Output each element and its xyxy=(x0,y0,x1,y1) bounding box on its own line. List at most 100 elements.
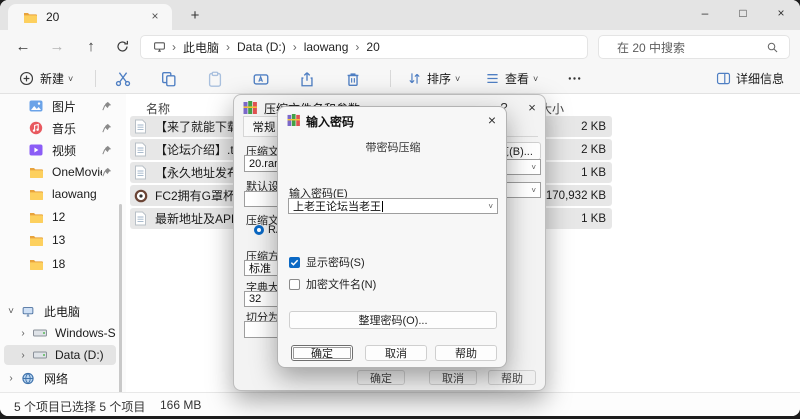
share-button[interactable] xyxy=(292,66,322,91)
command-bar: 新建 ˅ 排序 ˅ 查看 ˅ xyxy=(0,63,800,94)
crumb-separator: › xyxy=(352,40,362,54)
forward-button[interactable]: → xyxy=(44,34,70,60)
chevron-down-icon[interactable]: ˅ xyxy=(4,306,18,317)
breadcrumb-20[interactable]: 20 xyxy=(362,40,383,54)
help-button[interactable]: 帮助 xyxy=(488,370,536,385)
view-label: 查看 xyxy=(505,70,529,87)
sidebar-item-network[interactable]: › 网络 xyxy=(4,368,116,388)
sidebar-item-label: 12 xyxy=(52,210,116,224)
address-bar[interactable]: › 此电脑 › Data (D:) › laowang › 20 xyxy=(140,35,588,59)
copy-button[interactable] xyxy=(154,66,184,91)
tab-label: 20 xyxy=(46,10,59,24)
column-header-name[interactable]: 名称 xyxy=(146,100,170,117)
help-button[interactable]: 帮助 xyxy=(435,345,497,361)
paste-button[interactable] xyxy=(200,66,230,91)
sidebar-item-label: Data (D:) xyxy=(55,348,116,362)
more-button[interactable] xyxy=(560,66,589,91)
chevron-right-icon[interactable]: › xyxy=(16,328,30,339)
breadcrumb-laowang[interactable]: laowang xyxy=(300,40,353,54)
file-size: 1 KB xyxy=(540,167,612,179)
details-toggle[interactable]: 详细信息 xyxy=(709,66,790,91)
maximize-button[interactable]: □ xyxy=(724,0,762,28)
sidebar-item-windows-ssd[interactable]: › Windows-SSD xyxy=(4,323,116,343)
sidebar-item-label: 图片 xyxy=(52,98,102,115)
close-icon[interactable]: × xyxy=(484,112,500,128)
view-button[interactable]: 查看 ˅ xyxy=(478,66,544,91)
password-input[interactable]: 上老王论坛当老王 ˅ xyxy=(288,198,498,214)
text-file-icon xyxy=(134,119,150,134)
back-button[interactable]: ← xyxy=(10,34,36,60)
sidebar-item-laowang[interactable]: laowang xyxy=(4,184,116,204)
sidebar-item-videos[interactable]: 视频 xyxy=(4,140,116,160)
sort-label: 排序 xyxy=(427,70,451,87)
view-icon xyxy=(484,70,501,87)
explorer-window: 20 × + – □ × ← → ↑ › 此电脑 › Data (D:) › l… xyxy=(0,0,800,416)
sidebar-item-13[interactable]: 13 xyxy=(4,230,116,250)
delete-button[interactable] xyxy=(338,66,368,91)
new-label: 新建 xyxy=(40,70,64,87)
checkbox-unchecked-icon xyxy=(289,279,300,290)
ok-button[interactable]: 确定 xyxy=(291,345,353,361)
chevron-right-icon[interactable]: › xyxy=(16,350,30,361)
organize-passwords-button[interactable]: 整理密码(O)... xyxy=(289,311,497,329)
up-button[interactable]: ↑ xyxy=(78,34,104,60)
encrypt-names-checkbox[interactable]: 加密文件名(N) xyxy=(289,276,376,292)
cancel-button[interactable]: 取消 xyxy=(365,345,427,361)
sidebar-item-data-d[interactable]: › Data (D:) xyxy=(4,345,116,365)
folder-icon xyxy=(26,254,46,274)
folder-icon xyxy=(20,7,40,27)
sidebar-item-music[interactable]: 音乐 xyxy=(4,118,116,138)
format-rar-radio[interactable] xyxy=(254,225,264,235)
rename-icon xyxy=(252,70,270,88)
breadcrumb-this-pc[interactable]: 此电脑 xyxy=(179,39,223,56)
tab-close-icon[interactable]: × xyxy=(146,8,164,26)
chevron-right-icon[interactable]: › xyxy=(4,373,18,384)
sidebar-item-this-pc[interactable]: ˅ 此电脑 xyxy=(4,301,116,321)
toolbar-divider xyxy=(390,70,391,87)
status-bar: 5 个项目 已选择 5 个项目 166 MB xyxy=(0,392,800,416)
pin-icon xyxy=(102,101,112,111)
pin-icon xyxy=(102,123,112,133)
sidebar-item-label: 此电脑 xyxy=(44,303,116,320)
dialog-subtitle: 带密码压缩 xyxy=(278,139,508,155)
password-value: 上老王论坛当老王 xyxy=(293,198,381,214)
chevron-down-icon: ˅ xyxy=(488,202,493,211)
rename-button[interactable] xyxy=(246,66,276,91)
chevron-down-icon: ˅ xyxy=(68,74,73,84)
text-file-icon xyxy=(134,142,150,157)
cut-button[interactable] xyxy=(108,66,138,91)
sort-button[interactable]: 排序 ˅ xyxy=(400,66,466,91)
search-input[interactable]: 在 20 中搜索 xyxy=(598,35,790,59)
pictures-icon xyxy=(26,96,46,116)
sidebar-item-label: 网络 xyxy=(44,370,116,387)
sidebar-item-12[interactable]: 12 xyxy=(4,207,116,227)
new-tab-button[interactable]: + xyxy=(184,6,206,26)
trash-icon xyxy=(344,70,362,88)
winrar-icon xyxy=(243,101,258,114)
folder-icon xyxy=(26,230,46,250)
drive-icon xyxy=(30,323,50,343)
sidebar-item-onemovie[interactable]: OneMovie xyxy=(4,162,116,182)
sidebar-item-pictures[interactable]: 图片 xyxy=(4,96,116,116)
minimize-button[interactable]: – xyxy=(686,0,724,28)
sidebar-item-18[interactable]: 18 xyxy=(4,254,116,274)
show-password-checkbox[interactable]: 显示密码(S) xyxy=(289,254,365,270)
new-button[interactable]: 新建 ˅ xyxy=(10,66,79,91)
toolbar-divider xyxy=(95,70,96,87)
tab-20[interactable]: 20 × xyxy=(8,4,172,30)
close-icon[interactable]: × xyxy=(524,100,540,115)
sidebar-item-label: 13 xyxy=(52,233,116,247)
folder-icon xyxy=(26,207,46,227)
refresh-button[interactable] xyxy=(110,34,136,60)
drive-icon xyxy=(30,345,50,365)
folder-icon xyxy=(26,162,46,182)
breadcrumb-data-d[interactable]: Data (D:) xyxy=(233,40,290,54)
sidebar-scrollbar[interactable] xyxy=(119,204,122,416)
folder-icon xyxy=(26,184,46,204)
chevron-down-icon: ˅ xyxy=(533,74,538,84)
password-dialog: 输入密码 × 带密码压缩 输入密码(E) 上老王论坛当老王 ˅ 显示密码(S) … xyxy=(277,106,507,368)
ok-button[interactable]: 确定 xyxy=(357,370,405,385)
sidebar: 图片 音乐 视频 OneMovie laowang 12 13 xyxy=(0,94,126,392)
close-button[interactable]: × xyxy=(762,0,800,28)
cancel-button[interactable]: 取消 xyxy=(429,370,477,385)
